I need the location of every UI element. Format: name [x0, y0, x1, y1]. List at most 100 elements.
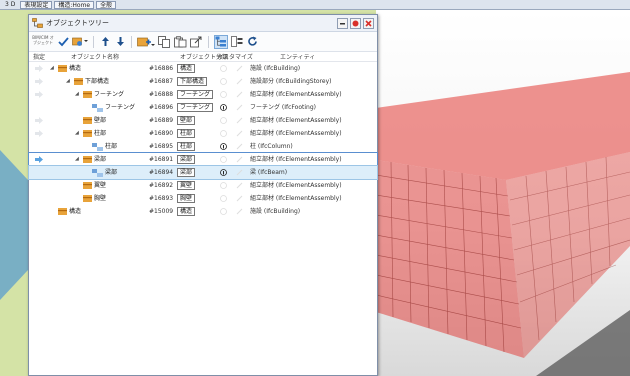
- move-up-button[interactable]: [99, 35, 111, 49]
- tree-row[interactable]: 構造 #15009 構造 施設 (IfcBuilding): [29, 205, 377, 218]
- designate-arrow-icon[interactable]: [35, 91, 43, 98]
- col-designate[interactable]: 指定: [33, 52, 45, 61]
- pencil-icon[interactable]: [236, 143, 243, 150]
- classification-button[interactable]: フーチング: [177, 90, 214, 99]
- classification-button[interactable]: 柱部: [177, 129, 196, 138]
- visibility-icon[interactable]: [220, 65, 227, 72]
- object-id: #16891: [149, 156, 174, 163]
- export-button[interactable]: [190, 35, 203, 49]
- app-tab-general[interactable]: 全般: [96, 0, 117, 9]
- classification-button[interactable]: 胸壁: [177, 194, 196, 203]
- add-folder-button[interactable]: [137, 35, 155, 49]
- app-tab-structure-home[interactable]: 構造:Home: [54, 0, 95, 9]
- close-button[interactable]: [363, 17, 374, 29]
- designate-arrow-icon[interactable]: [35, 78, 43, 85]
- col-name[interactable]: オブジェクト名称: [71, 52, 119, 61]
- pencil-icon[interactable]: [236, 208, 243, 215]
- app-tab-3d[interactable]: 3 D: [2, 1, 18, 9]
- copy-button[interactable]: [158, 35, 171, 49]
- pencil-icon[interactable]: [236, 156, 243, 163]
- classification-button[interactable]: 梁部: [177, 155, 196, 164]
- classification-button[interactable]: 構造: [177, 64, 196, 73]
- pencil-icon[interactable]: [236, 65, 243, 72]
- classification-button[interactable]: 翼壁: [177, 181, 196, 190]
- collapse-triangle-icon[interactable]: ◢: [66, 75, 70, 88]
- list-view-button[interactable]: [231, 35, 243, 49]
- visibility-icon[interactable]: [220, 195, 227, 202]
- pencil-icon[interactable]: [236, 182, 243, 189]
- element-icon: [92, 143, 103, 151]
- tree-row[interactable]: 壁部 #16889 壁部 組立部材 (IfcElementAssembly): [29, 114, 377, 127]
- classification-button[interactable]: 梁部: [177, 168, 196, 177]
- visibility-icon[interactable]: [220, 156, 227, 163]
- check-button[interactable]: [57, 35, 69, 49]
- close-icon: [365, 19, 372, 27]
- info-icon[interactable]: [220, 104, 227, 111]
- paste-button[interactable]: [174, 35, 187, 49]
- designate-arrow-icon[interactable]: [35, 130, 43, 137]
- panel-titlebar[interactable]: オブジェクトツリー: [29, 15, 377, 32]
- pencil-icon[interactable]: [236, 78, 243, 85]
- tree-view-toggle[interactable]: [214, 34, 228, 49]
- pencil-icon[interactable]: [236, 195, 243, 202]
- entity-text: 施設 (IfcBuilding): [250, 65, 301, 72]
- visibility-icon[interactable]: [220, 182, 227, 189]
- object-name: 柱部: [105, 143, 118, 150]
- record-button[interactable]: [350, 17, 361, 29]
- minimize-button[interactable]: [337, 17, 348, 29]
- classification-button[interactable]: 柱部: [177, 142, 196, 151]
- col-customize[interactable]: カスタマイズ: [217, 52, 253, 61]
- pencil-icon[interactable]: [236, 91, 243, 98]
- pencil-icon[interactable]: [236, 169, 243, 176]
- folder-icon: [58, 65, 67, 72]
- tree-row[interactable]: ◢ フーチング #16888 フーチング 組立部材 (IfcElementAss…: [29, 88, 377, 101]
- pencil-icon[interactable]: [236, 130, 243, 137]
- checkmark-icon: [57, 37, 69, 47]
- classification-button[interactable]: 下部構造: [177, 77, 208, 86]
- folder-dropdown-button[interactable]: [72, 35, 88, 49]
- info-icon[interactable]: [220, 143, 227, 150]
- classification-button[interactable]: 壁部: [177, 116, 196, 125]
- folder-icon: [83, 156, 92, 163]
- tree-row[interactable]: フーチング #16896 フーチング フーチング (IfcFooting): [29, 101, 377, 114]
- move-down-button[interactable]: [114, 35, 126, 49]
- arrow-up-icon: [101, 37, 109, 46]
- classification-button[interactable]: 構造: [177, 207, 196, 216]
- tree-row[interactable]: 梁部 #16894 梁部 梁 (IfcBeam): [28, 165, 378, 180]
- visibility-icon[interactable]: [220, 78, 227, 85]
- minimize-icon: [340, 22, 345, 24]
- designate-arrow-icon[interactable]: [35, 65, 43, 72]
- visibility-icon[interactable]: [220, 208, 227, 215]
- entity-text: 組立部材 (IfcElementAssembly): [250, 130, 342, 137]
- app-tab-strip: 3 D 表現設定 構造:Home 全般: [0, 0, 630, 10]
- tree-row[interactable]: ◢ 柱部 #16890 柱部 組立部材 (IfcElementAssembly): [29, 127, 377, 140]
- bim-object-button[interactable]: BIM/CIM オブジェクト: [32, 35, 54, 49]
- app-tab-display-settings[interactable]: 表現設定: [20, 0, 53, 9]
- designate-arrow-icon[interactable]: [35, 117, 43, 124]
- classification-button[interactable]: フーチング: [177, 103, 214, 112]
- visibility-icon[interactable]: [220, 117, 227, 124]
- tree-row[interactable]: ◢ 梁部 #16891 梁部 組立部材 (IfcElementAssembly): [28, 152, 378, 167]
- copy-icon: [158, 35, 170, 48]
- info-icon[interactable]: [220, 169, 227, 176]
- visibility-icon[interactable]: [220, 130, 227, 137]
- pencil-icon[interactable]: [236, 104, 243, 111]
- entity-text: 組立部材 (IfcElementAssembly): [250, 182, 342, 189]
- 3d-viewport[interactable]: [376, 10, 630, 376]
- tree-row[interactable]: 柱部 #16895 柱部 柱 (IfcColumn): [29, 140, 377, 153]
- tree-row[interactable]: 翼壁 #16892 翼壁 組立部材 (IfcElementAssembly): [29, 179, 377, 192]
- collapse-triangle-icon[interactable]: ◢: [75, 127, 79, 140]
- tree-row[interactable]: ◢ 下部構造 #16887 下部構造 施設部分 (IfcBuildingStor…: [29, 75, 377, 88]
- col-entity[interactable]: エンティティ: [280, 52, 315, 61]
- collapse-triangle-icon[interactable]: ◢: [50, 62, 54, 75]
- collapse-triangle-icon[interactable]: ◢: [75, 88, 79, 101]
- refresh-button[interactable]: [246, 35, 258, 49]
- designate-arrow-icon[interactable]: [35, 156, 43, 163]
- element-icon: [92, 104, 103, 112]
- tree-row[interactable]: 胸壁 #16893 胸壁 組立部材 (IfcElementAssembly): [29, 192, 377, 205]
- visibility-icon[interactable]: [220, 91, 227, 98]
- pencil-icon[interactable]: [236, 117, 243, 124]
- collapse-triangle-icon[interactable]: ◢: [75, 153, 79, 166]
- tree-row[interactable]: ◢ 構造 #16886 構造 施設 (IfcBuilding): [29, 62, 377, 75]
- object-id: #16893: [149, 195, 174, 202]
